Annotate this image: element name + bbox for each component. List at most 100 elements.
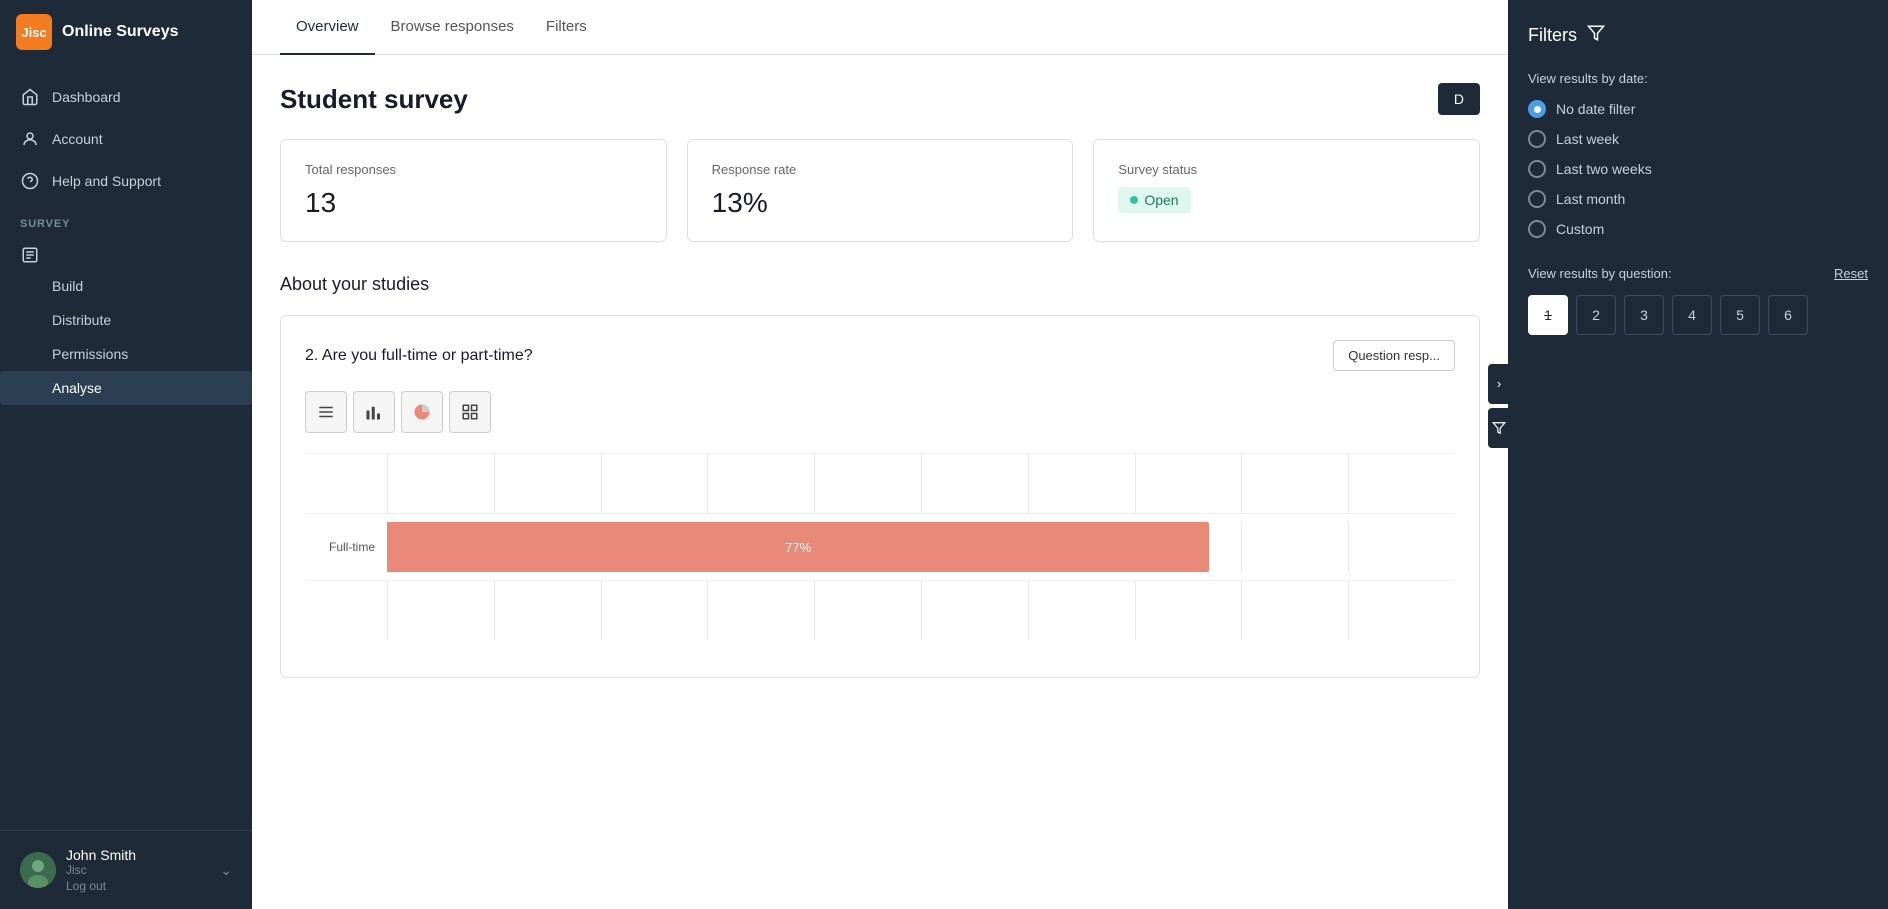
survey-title-row: Student survey D — [280, 83, 1480, 115]
permissions-label: Permissions — [52, 346, 128, 362]
radio-last-month[interactable]: Last month — [1528, 190, 1868, 208]
stats-row: Total responses 13 Response rate 13% Sur… — [280, 139, 1480, 242]
tab-browse-responses[interactable]: Browse responses — [375, 0, 530, 55]
sidebar-item-analyse[interactable]: Analyse — [0, 371, 252, 405]
dashboard-label: Dashboard — [52, 89, 121, 105]
total-responses-value: 13 — [305, 187, 642, 219]
question-numbers: 1 2 3 4 5 6 — [1528, 295, 1868, 335]
date-radio-group: No date filter Last week Last two weeks … — [1528, 100, 1868, 238]
chart-type-bar[interactable] — [353, 391, 395, 433]
stat-card-total-responses: Total responses 13 — [280, 139, 667, 242]
question-number-6[interactable]: 6 — [1768, 295, 1808, 335]
response-rate-value: 13% — [712, 187, 1049, 219]
question-number-4[interactable]: 4 — [1672, 295, 1712, 335]
logout-link[interactable]: Log out — [66, 879, 210, 893]
sidebar-item-help[interactable]: Help and Support — [0, 160, 252, 202]
radio-last-month-circle — [1528, 190, 1546, 208]
build-label: Build — [52, 278, 83, 294]
footer-org: Jisc — [66, 863, 210, 877]
radio-last-two-weeks[interactable]: Last two weeks — [1528, 160, 1868, 178]
filters-title: Filters — [1528, 25, 1577, 46]
radio-custom[interactable]: Custom — [1528, 220, 1868, 238]
help-label: Help and Support — [52, 173, 161, 189]
radio-no-date[interactable]: No date filter — [1528, 100, 1868, 118]
footer-username: John Smith — [66, 847, 210, 863]
question-number-5[interactable]: 5 — [1720, 295, 1760, 335]
sidebar-item-distribute[interactable]: Distribute — [0, 303, 252, 337]
chart-row-fulltime: Full-time — [305, 513, 1455, 580]
question-number-3[interactable]: 3 — [1624, 295, 1664, 335]
chart-type-grid[interactable] — [449, 391, 491, 433]
bar-container-fulltime: 77% — [387, 522, 1455, 572]
sidebar-nav: Dashboard Account Help and Support SURV — [0, 64, 252, 830]
account-label: Account — [52, 131, 103, 147]
bar-fulltime: 77% — [387, 522, 1209, 572]
chart-type-pie[interactable] — [401, 391, 443, 433]
filter-panel-icon[interactable] — [1488, 408, 1510, 448]
sidebar-item-build[interactable]: Build — [0, 269, 252, 303]
sidebar-header: Jisc Online Surveys — [0, 0, 252, 64]
radio-no-date-label: No date filter — [1556, 101, 1635, 117]
radio-last-month-label: Last month — [1556, 191, 1625, 207]
radio-last-week-label: Last week — [1556, 131, 1619, 147]
app-name: Online Surveys — [62, 23, 179, 41]
tabs-bar: Overview Browse responses Filters — [252, 0, 1508, 55]
chart-type-buttons — [305, 391, 1455, 433]
chart-area: Full-time — [305, 453, 1455, 653]
chevron-icon[interactable]: ⌄ — [220, 862, 232, 879]
chart-type-table[interactable] — [305, 391, 347, 433]
survey-status-label: Survey status — [1118, 162, 1455, 177]
question-filter-label: View results by question: — [1528, 266, 1672, 281]
section-title: About your studies — [280, 274, 1480, 295]
radio-last-week-circle — [1528, 130, 1546, 148]
stat-card-response-rate: Response rate 13% — [687, 139, 1074, 242]
question-text: 2. Are you full-time or part-time? — [305, 347, 533, 365]
analyse-label: Analyse — [52, 380, 102, 396]
tab-overview[interactable]: Overview — [280, 0, 375, 55]
radio-no-date-circle — [1528, 100, 1546, 118]
home-icon — [20, 87, 40, 107]
reset-link[interactable]: Reset — [1834, 266, 1868, 281]
sidebar-footer: John Smith Jisc Log out ⌄ — [0, 830, 252, 909]
page-body: Student survey D Total responses 13 Resp… — [252, 55, 1508, 909]
radio-last-two-weeks-circle — [1528, 160, 1546, 178]
question-card: 2. Are you full-time or part-time? Quest… — [280, 315, 1480, 678]
sidebar-item-account[interactable]: Account — [0, 118, 252, 160]
collapse-panel-arrow[interactable]: › — [1488, 364, 1510, 404]
question-header: 2. Are you full-time or part-time? Quest… — [305, 340, 1455, 371]
response-rate-label: Response rate — [712, 162, 1049, 177]
survey-icon — [20, 245, 40, 265]
bar-value-fulltime: 77% — [785, 540, 811, 555]
filter-funnel-icon — [1587, 24, 1605, 47]
date-filter-label: View results by date: — [1528, 71, 1868, 86]
question-number-2[interactable]: 2 — [1576, 295, 1616, 335]
download-button[interactable]: D — [1438, 83, 1480, 115]
radio-custom-circle — [1528, 220, 1546, 238]
survey-section-label: SURVEY — [0, 202, 252, 234]
question-number-1[interactable]: 1 — [1528, 295, 1568, 335]
person-icon — [20, 129, 40, 149]
question-filter-header: View results by question: Reset — [1528, 266, 1868, 281]
help-icon — [20, 171, 40, 191]
filters-panel: Filters View results by date: No date fi… — [1508, 0, 1888, 909]
footer-user-info: John Smith Jisc Log out — [66, 847, 210, 893]
tab-filters[interactable]: Filters — [530, 0, 603, 55]
stat-card-survey-status: Survey status Open — [1093, 139, 1480, 242]
distribute-label: Distribute — [52, 312, 111, 328]
survey-title: Student survey — [280, 84, 468, 115]
sidebar-item-dashboard[interactable]: Dashboard — [0, 76, 252, 118]
sidebar-item-permissions[interactable]: Permissions — [0, 337, 252, 371]
radio-last-week[interactable]: Last week — [1528, 130, 1868, 148]
filters-header: Filters — [1528, 24, 1868, 47]
question-responses-button[interactable]: Question resp... — [1333, 340, 1455, 371]
avatar — [20, 852, 56, 888]
status-dot — [1130, 196, 1138, 204]
jisc-logo: Jisc — [16, 14, 52, 50]
total-responses-label: Total responses — [305, 162, 642, 177]
sidebar-item-survey-icon — [0, 234, 252, 269]
radio-custom-label: Custom — [1556, 221, 1604, 237]
main-content: Overview Browse responses Filters Studen… — [252, 0, 1508, 909]
bar-label-fulltime: Full-time — [305, 540, 375, 554]
status-value: Open — [1144, 192, 1178, 208]
radio-last-two-weeks-label: Last two weeks — [1556, 161, 1652, 177]
